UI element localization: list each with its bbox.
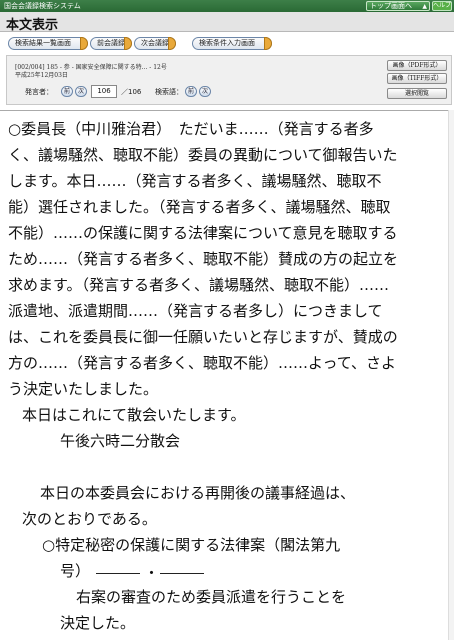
speaker-number-input[interactable]: 106 xyxy=(91,85,117,98)
search-term-next-button[interactable]: 次 xyxy=(199,86,211,97)
pdf-image-button[interactable]: 画像（PDF形式） xyxy=(387,60,447,71)
search-conditions-label: 検索条件入力画面 xyxy=(199,39,255,47)
pill-accent-icon xyxy=(264,37,272,50)
adjournment-time: 午後六時二分散会 xyxy=(60,432,181,450)
system-name: 国会会議録検索システム xyxy=(4,2,81,10)
transcript-line: 本日はこれにて散会いたします。 xyxy=(22,406,246,424)
transcript-line: 次のとおりである。 xyxy=(22,510,157,528)
search-conditions-button[interactable]: 検索条件入力画面 xyxy=(192,37,272,50)
transcript-line: 求めます。（発言する者多く、議場騒然、聴取不能）…… xyxy=(8,276,390,294)
transcript-line: ○委員長（中川雅治君） ただいま……（発言する者多 xyxy=(8,120,374,138)
speaker-total: ／106 xyxy=(121,88,142,96)
select-view-button[interactable]: 選択閲覧 xyxy=(387,88,447,99)
speaker-label: 発言者： xyxy=(25,88,53,96)
separator-line-left xyxy=(96,573,140,574)
top-page-button[interactable]: トップ画面へ ▲ xyxy=(366,1,430,11)
results-list-label: 検索結果一覧画面 xyxy=(15,39,71,47)
transcript-line: ため……（発言する者多く、聴取不能）賛成の方の起立を xyxy=(8,250,399,268)
system-header-bar: 国会会議録検索システム トップ画面へ ▲ ヘルプ xyxy=(0,0,454,12)
results-list-button[interactable]: 検索結果一覧画面 xyxy=(8,37,88,50)
help-button[interactable]: ヘルプ xyxy=(432,1,452,11)
transcript-line: 不能）……の保護に関する法律案について意見を聴取する xyxy=(8,224,398,242)
content-scrollbar[interactable] xyxy=(448,110,454,640)
prev-meeting-button[interactable]: 前会議録 xyxy=(90,37,132,50)
pill-accent-icon xyxy=(80,37,88,50)
meeting-date: 平成25年12月03日 xyxy=(15,72,68,79)
bill-title-continued: 号） xyxy=(60,562,91,580)
navigation-row: 検索結果一覧画面 前会議録 次会議録 検索条件入力画面 xyxy=(0,33,454,55)
separator-line-right xyxy=(160,573,204,574)
page-title: 本文表示 xyxy=(6,18,59,33)
top-page-button-label: トップ画面へ xyxy=(370,2,412,10)
pill-accent-icon xyxy=(168,37,176,50)
transcript-line: 本日の本委員会における再開後の議事経過は、 xyxy=(40,484,356,502)
transcript-line: 方の……（発言する者多く、聴取不能）……よって、さよ xyxy=(8,354,397,372)
speaker-prev-button[interactable]: 前 xyxy=(61,86,73,97)
triangle-up-icon: ▲ xyxy=(422,3,427,10)
prev-meeting-label: 前会議録 xyxy=(97,39,125,47)
next-meeting-button[interactable]: 次会議録 xyxy=(134,37,176,50)
bill-title: ○特定秘密の保護に関する法律案（閣法第九 xyxy=(42,536,341,554)
transcript-line: 右案の審査のため委員派遣を行うことを xyxy=(76,588,347,606)
transcript-body: ○委員長（中川雅治君） ただいま……（発言する者多 く、議場騒然、聴取不能）委員… xyxy=(0,110,454,640)
document-info-panel: [002/004] 185 - 参 - 国家安全保障に関する特... - 12号… xyxy=(6,55,452,105)
transcript-line: は、これを委員長に御一任願いたいと存じますが、賛成の xyxy=(8,328,398,346)
transcript-line: 派遣地、派遣期間……（発言する者多し）につきまして xyxy=(8,302,383,320)
transcript-line: 能）選任されました。（発言する者多く、議場騒然、聴取 xyxy=(8,198,391,216)
separator-dot: ・ xyxy=(144,564,160,582)
transcript-line: 決定した。 xyxy=(60,614,136,632)
pill-accent-icon xyxy=(124,37,132,50)
tiff-image-button[interactable]: 画像（TIFF形式） xyxy=(387,73,447,84)
title-bar: 本文表示 xyxy=(0,12,454,33)
transcript-line: う決定いたしました。 xyxy=(8,380,159,398)
transcript-line: します。本日……（発言する者多く、議場騒然、聴取不 xyxy=(8,172,382,190)
search-term-prev-button[interactable]: 前 xyxy=(185,86,197,97)
next-meeting-label: 次会議録 xyxy=(141,39,169,47)
transcript-line: く、議場騒然、聴取不能）委員の異動について御報告いた xyxy=(8,146,398,164)
speaker-next-button[interactable]: 次 xyxy=(75,86,87,97)
search-term-label: 検索語： xyxy=(155,88,183,96)
